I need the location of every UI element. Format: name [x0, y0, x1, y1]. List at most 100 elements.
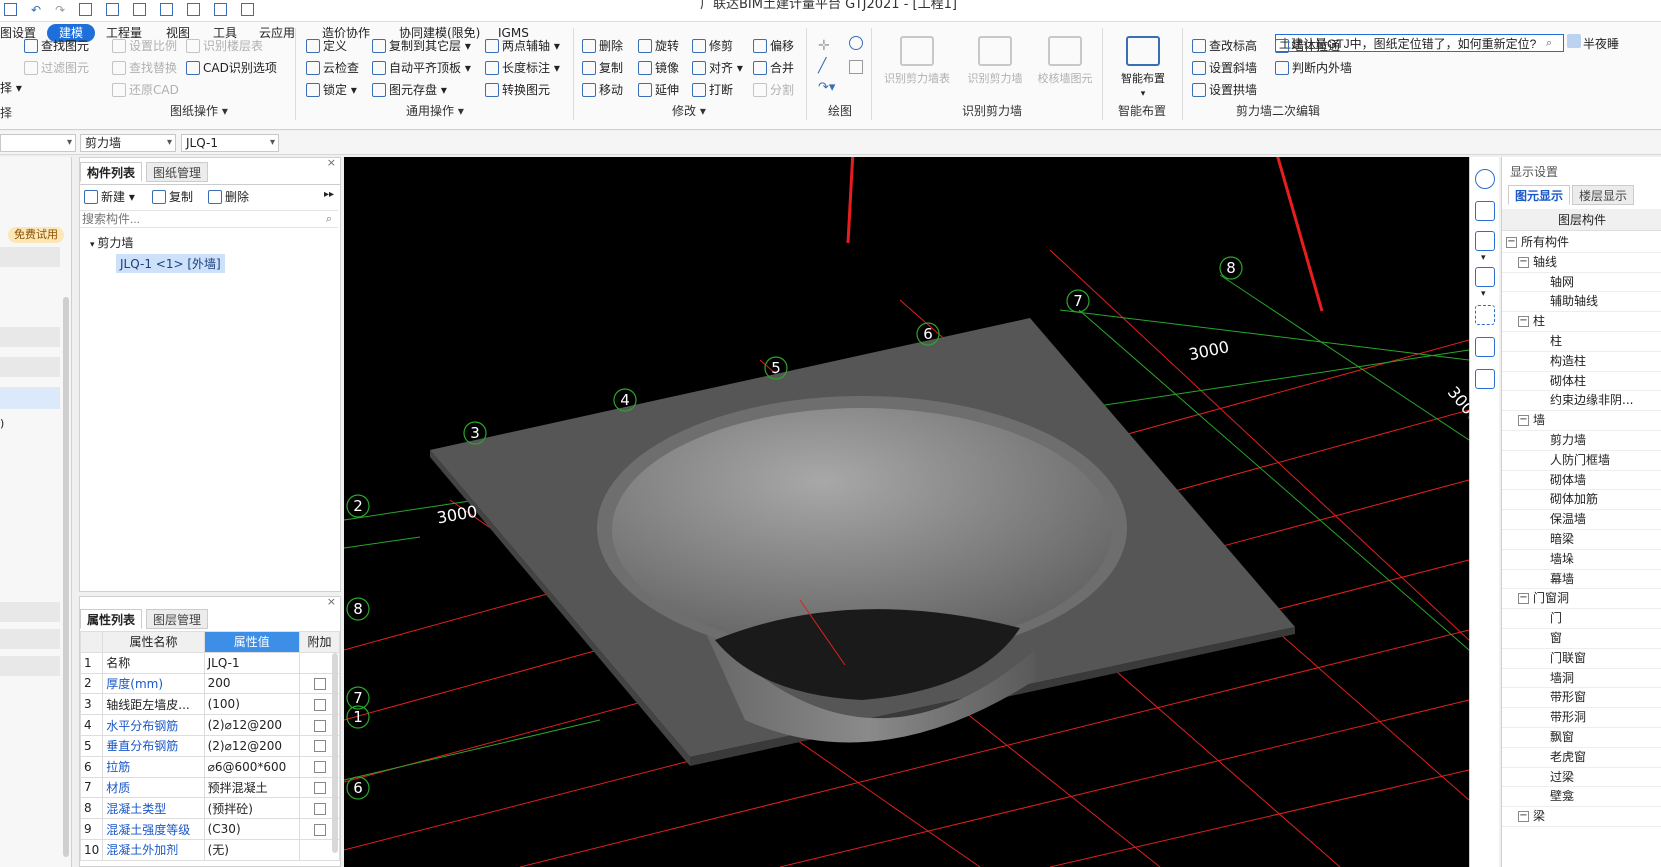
- layer-tree-item[interactable]: 砌体墙: [1502, 470, 1661, 491]
- tab-floor-display[interactable]: 楼层显示: [1572, 185, 1635, 205]
- model-canvas[interactable]: 8 7 6 5 4 3 2 8 7 1 6 7 6 8 5 4 7 3 3000…: [344, 157, 1469, 867]
- property-value[interactable]: JLQ-1: [203, 651, 301, 674]
- group-common-ops[interactable]: 通用操作 ▾: [406, 102, 464, 119]
- qa-icon-4[interactable]: [160, 3, 174, 16]
- collapse-icon[interactable]: −: [1518, 415, 1529, 427]
- undo-icon[interactable]: ↶: [31, 3, 41, 17]
- tree-item-selected[interactable]: JLQ-1 <1> [外墙]: [116, 254, 225, 273]
- property-scrollbar[interactable]: [332, 653, 338, 853]
- edit-elevation-button[interactable]: 查改标高: [1192, 36, 1257, 56]
- close-icon[interactable]: ×: [327, 595, 336, 608]
- attach-checkbox[interactable]: [313, 761, 326, 774]
- qa-icon-1[interactable]: [79, 3, 93, 16]
- new-component-button[interactable]: 新建 ▾: [84, 187, 135, 207]
- curve-draw-icon[interactable]: ↷▾: [818, 80, 835, 95]
- floor-combo[interactable]: [0, 134, 76, 152]
- tab-element-display[interactable]: 图元显示: [1508, 185, 1571, 205]
- layer-tree-item[interactable]: 辅助轴线: [1502, 291, 1661, 313]
- group-drawing-ops[interactable]: 图纸操作 ▾: [170, 102, 228, 119]
- find-element-button[interactable]: 查找图元: [24, 36, 89, 56]
- layer-tree-item[interactable]: 人防门框墙: [1502, 450, 1661, 471]
- layer-tree-item[interactable]: 门联窗: [1502, 648, 1661, 669]
- collapse-icon[interactable]: −: [1518, 593, 1529, 605]
- attach-checkbox[interactable]: [313, 698, 326, 711]
- search-icon[interactable]: ⌕: [1546, 36, 1552, 50]
- layer-tree-item[interactable]: 带形窗: [1502, 687, 1661, 709]
- property-value[interactable]: (无): [203, 838, 301, 861]
- layer-tree-item[interactable]: 柱: [1502, 331, 1661, 352]
- collapse-icon[interactable]: −: [1518, 316, 1529, 328]
- attach-checkbox[interactable]: [313, 823, 326, 836]
- rect-draw-icon[interactable]: [849, 60, 863, 74]
- chevron-down-icon[interactable]: ▾: [1481, 289, 1486, 299]
- inner-outer-wall-button[interactable]: 判断内外墙: [1275, 58, 1352, 78]
- extend-button[interactable]: 延伸: [638, 80, 679, 100]
- more-icon[interactable]: ▸▸: [324, 189, 334, 200]
- collapse-icon[interactable]: −: [1506, 237, 1517, 248]
- property-value[interactable]: (100): [203, 693, 301, 716]
- box-view-icon[interactable]: [1475, 267, 1495, 287]
- layer-tree-item[interactable]: 砌体加筋: [1502, 489, 1661, 511]
- layer-tree-item[interactable]: 轴网: [1502, 272, 1661, 293]
- property-row[interactable]: 7 材质 预拌混凝土: [79, 776, 340, 799]
- layer-tree-item[interactable]: 壁龛: [1502, 786, 1661, 808]
- chevron-down-icon[interactable]: ▾: [1481, 253, 1486, 263]
- trial-badge[interactable]: 免费试用: [8, 227, 64, 243]
- property-row[interactable]: 8 混凝土类型 (预拌砼): [79, 797, 340, 820]
- trim-button[interactable]: 修剪: [692, 36, 733, 56]
- layer-tree-item[interactable]: 墙洞: [1502, 668, 1661, 689]
- layer-tree-item[interactable]: − 轴线: [1502, 252, 1661, 273]
- set-arch-wall-button[interactable]: 设置拱墙: [1192, 80, 1257, 100]
- recognize-wall-table-button[interactable]: 识别剪力墙表: [880, 36, 954, 86]
- property-value[interactable]: 200: [203, 672, 301, 695]
- tree-group[interactable]: ▾ 剪力墙: [90, 234, 133, 251]
- layer-tree-item[interactable]: − 柱: [1502, 311, 1661, 332]
- set-scale-button[interactable]: 设置比例: [112, 36, 177, 56]
- user-name[interactable]: 半夜睡: [1583, 35, 1619, 52]
- component-combo[interactable]: JLQ-1: [181, 134, 279, 152]
- group-modify[interactable]: 修改 ▾: [672, 102, 706, 119]
- attach-checkbox[interactable]: [313, 781, 326, 794]
- tab-component-list[interactable]: 构件列表: [80, 162, 143, 182]
- point-draw-icon[interactable]: ✛: [818, 38, 830, 54]
- attach-checkbox[interactable]: [313, 740, 326, 753]
- ribbon-tab-5[interactable]: 云应用: [259, 24, 295, 42]
- collapse-icon[interactable]: −: [1518, 811, 1529, 823]
- lock-button[interactable]: 锁定 ▾: [306, 80, 357, 100]
- component-type-combo[interactable]: 剪力墙: [80, 134, 176, 152]
- 2d-view-icon[interactable]: [1475, 201, 1495, 221]
- layer-tree-item[interactable]: 保温墙: [1502, 509, 1661, 530]
- layer-tree-item[interactable]: 窗: [1502, 628, 1661, 649]
- smart-layout-button[interactable]: 智能布置 ▾: [1106, 36, 1180, 99]
- property-value[interactable]: (2)⌀12@200: [203, 714, 301, 736]
- layer-tree-item[interactable]: 砌体柱: [1502, 371, 1661, 392]
- property-value[interactable]: (预拌砼): [203, 797, 301, 820]
- nav-block-6[interactable]: [0, 656, 60, 676]
- tab-drawing-manage[interactable]: 图纸管理: [146, 162, 209, 182]
- layer-tree-item[interactable]: 老虎窗: [1502, 747, 1661, 768]
- property-value[interactable]: (2)⌀12@200: [203, 734, 301, 757]
- merge-button[interactable]: 合并: [753, 58, 794, 78]
- set-slanted-wall-button[interactable]: 设置斜墙: [1192, 58, 1257, 78]
- break-button[interactable]: 打断: [692, 80, 733, 100]
- property-value[interactable]: 预拌混凝土: [203, 776, 301, 799]
- avatar[interactable]: [1567, 34, 1581, 48]
- nav-block-5[interactable]: [0, 629, 60, 649]
- check-wall-button[interactable]: 校核墙图元: [1028, 36, 1102, 86]
- layer-tree-item[interactable]: 约束边缘非阴...: [1502, 390, 1661, 412]
- fit-view-icon[interactable]: [1475, 305, 1495, 325]
- copy-button[interactable]: 复制: [582, 58, 623, 78]
- delete-button[interactable]: 删除: [582, 36, 623, 56]
- wall-stretch-button[interactable]: 墙体拉通: [1275, 36, 1340, 56]
- nav-block-1[interactable]: [0, 247, 60, 267]
- property-row[interactable]: 10 混凝土外加剂 (无): [79, 838, 340, 861]
- copy-component-button[interactable]: 复制: [152, 187, 193, 207]
- filter-element-button[interactable]: 过滤图元: [24, 58, 89, 78]
- nav-block-2[interactable]: [0, 327, 60, 347]
- 3d-cube-icon[interactable]: [1475, 231, 1495, 251]
- close-icon[interactable]: ×: [327, 156, 336, 169]
- save-icon[interactable]: [4, 3, 17, 16]
- layer-tree-item[interactable]: − 梁: [1502, 806, 1661, 827]
- auto-align-slab-button[interactable]: 自动平齐顶板 ▾: [372, 58, 471, 78]
- find-replace-button[interactable]: 查找替换: [112, 58, 177, 78]
